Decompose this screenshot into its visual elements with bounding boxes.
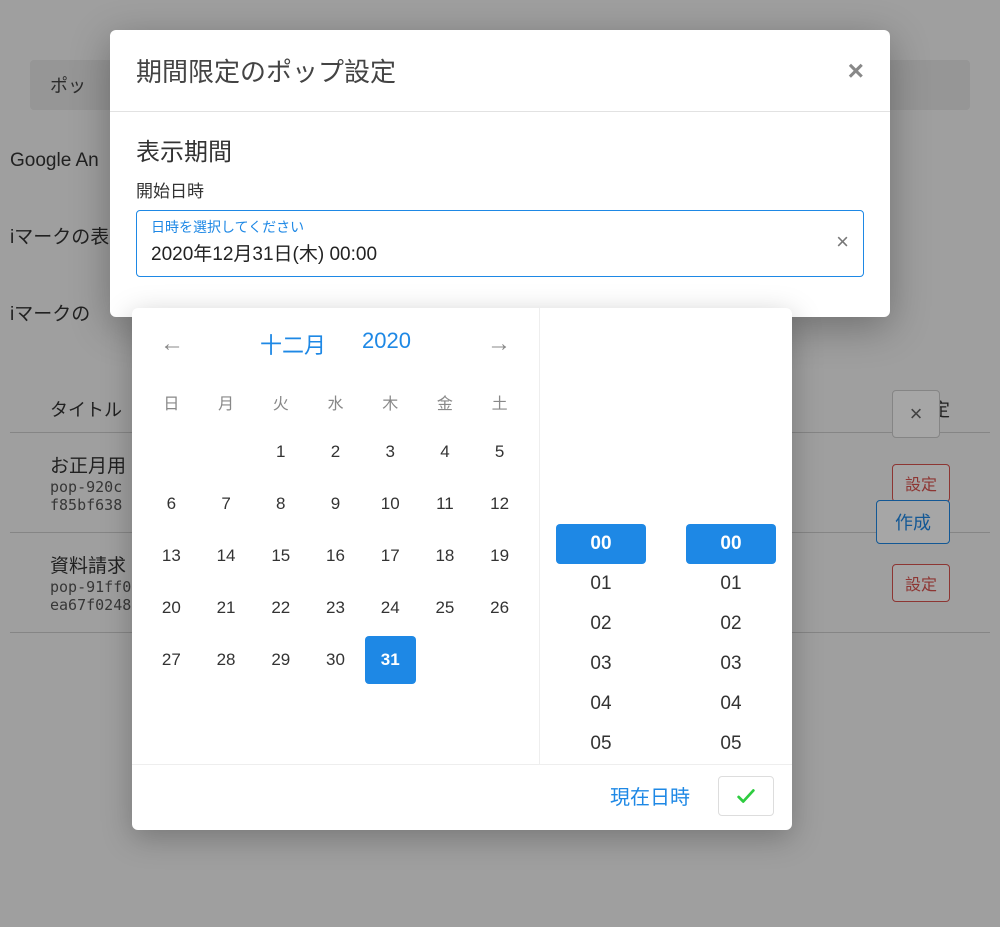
- modal-header: 期間限定のポップ設定 ×: [110, 30, 890, 112]
- popup-settings-modal: 期間限定のポップ設定 × 表示期間 開始日時 日時を選択してください 2020年…: [110, 30, 890, 317]
- calendar-day[interactable]: 26: [474, 584, 525, 632]
- calendar-dow: 月: [201, 380, 252, 424]
- time-selector: 000102030405 000102030405: [540, 308, 792, 764]
- hour-option[interactable]: 00: [556, 524, 646, 564]
- calendar-day[interactable]: 3: [365, 428, 416, 476]
- section-heading: 表示期間: [136, 132, 864, 167]
- year-select[interactable]: 2020: [362, 328, 411, 360]
- calendar-day[interactable]: 27: [146, 636, 197, 684]
- calendar-day[interactable]: 22: [255, 584, 306, 632]
- modal-close-button[interactable]: ×: [848, 55, 864, 87]
- month-select[interactable]: 十二月: [260, 328, 326, 360]
- calendar-day[interactable]: 28: [201, 636, 252, 684]
- calendar-day[interactable]: 15: [255, 532, 306, 580]
- hour-option[interactable]: 02: [556, 604, 646, 644]
- next-month-button[interactable]: →: [479, 326, 519, 362]
- confirm-button[interactable]: [718, 776, 774, 816]
- input-clear-button[interactable]: ×: [836, 229, 849, 255]
- hour-option[interactable]: 05: [556, 724, 646, 764]
- calendar-dow: 木: [365, 380, 416, 424]
- calendar-day[interactable]: 30: [310, 636, 361, 684]
- calendar-day[interactable]: 1: [255, 428, 306, 476]
- calendar-day[interactable]: 13: [146, 532, 197, 580]
- now-button[interactable]: 現在日時: [600, 775, 700, 816]
- calendar-day[interactable]: 23: [310, 584, 361, 632]
- calendar-dow: 日: [146, 380, 197, 424]
- calendar: ← 十二月 2020 → 日月火水木金土12345678910111213141…: [132, 308, 540, 764]
- calendar-day[interactable]: 21: [201, 584, 252, 632]
- modal-title: 期間限定のポップ設定: [136, 52, 396, 89]
- minute-option[interactable]: 01: [686, 564, 776, 604]
- calendar-day[interactable]: 17: [365, 532, 416, 580]
- calendar-day[interactable]: 6: [146, 480, 197, 528]
- calendar-day[interactable]: 8: [255, 480, 306, 528]
- input-float-label: 日時を選択してください: [151, 217, 377, 237]
- hour-column: 000102030405: [551, 524, 651, 764]
- minute-option[interactable]: 00: [686, 524, 776, 564]
- calendar-day[interactable]: 2: [310, 428, 361, 476]
- hour-option[interactable]: 01: [556, 564, 646, 604]
- datetime-picker: ← 十二月 2020 → 日月火水木金土12345678910111213141…: [132, 308, 792, 830]
- calendar-day[interactable]: 18: [420, 532, 471, 580]
- calendar-day[interactable]: 16: [310, 532, 361, 580]
- calendar-day[interactable]: 5: [474, 428, 525, 476]
- calendar-dow: 金: [420, 380, 471, 424]
- start-datetime-input[interactable]: 日時を選択してください 2020年12月31日(木) 00:00 ×: [136, 210, 864, 277]
- calendar-day[interactable]: 10: [365, 480, 416, 528]
- calendar-day[interactable]: 25: [420, 584, 471, 632]
- calendar-day[interactable]: 11: [420, 480, 471, 528]
- calendar-day[interactable]: 31: [365, 636, 416, 684]
- calendar-dow: 火: [255, 380, 306, 424]
- calendar-day[interactable]: 9: [310, 480, 361, 528]
- minute-option[interactable]: 05: [686, 724, 776, 764]
- minute-option[interactable]: 02: [686, 604, 776, 644]
- hour-option[interactable]: 03: [556, 644, 646, 684]
- check-icon: [735, 785, 757, 807]
- calendar-dow: 水: [310, 380, 361, 424]
- calendar-day[interactable]: 20: [146, 584, 197, 632]
- hour-option[interactable]: 04: [556, 684, 646, 724]
- input-value: 2020年12月31日(木) 00:00: [151, 239, 377, 266]
- calendar-day[interactable]: 24: [365, 584, 416, 632]
- minute-option[interactable]: 03: [686, 644, 776, 684]
- calendar-day[interactable]: 19: [474, 532, 525, 580]
- start-datetime-label: 開始日時: [136, 177, 864, 202]
- minute-option[interactable]: 04: [686, 684, 776, 724]
- calendar-day[interactable]: 14: [201, 532, 252, 580]
- calendar-day[interactable]: 4: [420, 428, 471, 476]
- minute-column: 000102030405: [681, 524, 781, 764]
- calendar-dow: 土: [474, 380, 525, 424]
- calendar-day[interactable]: 7: [201, 480, 252, 528]
- calendar-day[interactable]: 29: [255, 636, 306, 684]
- prev-month-button[interactable]: ←: [152, 326, 192, 362]
- calendar-day[interactable]: 12: [474, 480, 525, 528]
